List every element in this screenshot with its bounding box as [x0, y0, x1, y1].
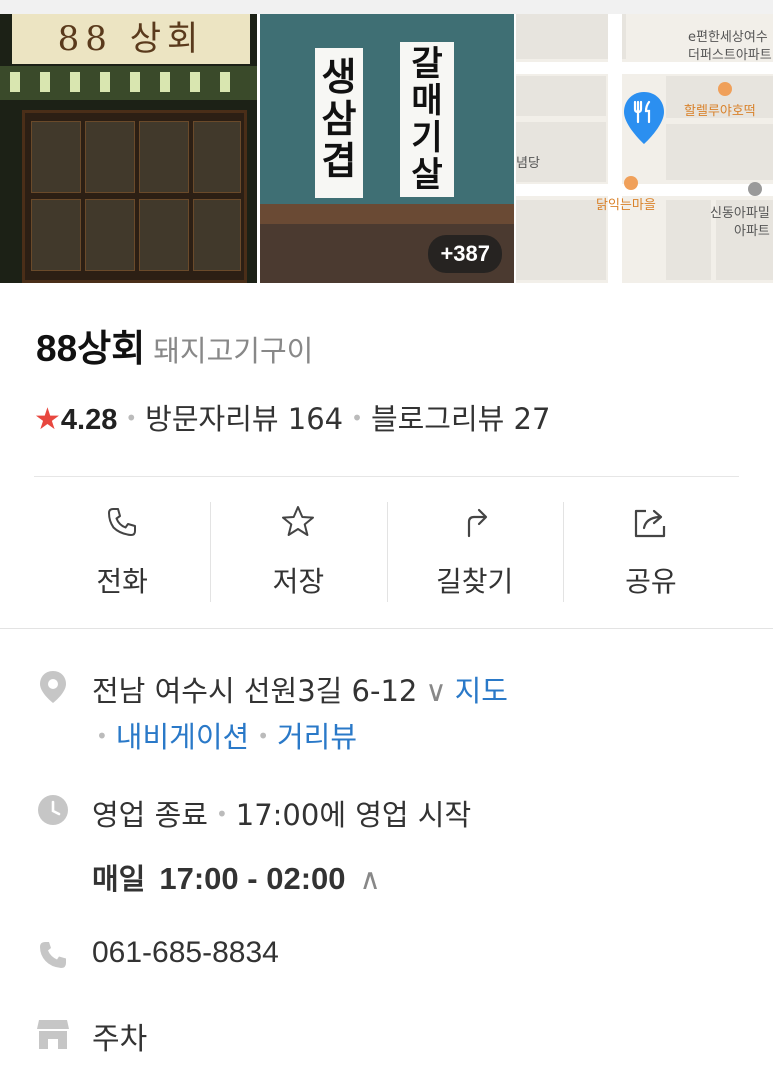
clock-icon: [38, 795, 68, 825]
map-link[interactable]: 지도: [455, 674, 508, 708]
more-photos-badge[interactable]: +387: [428, 235, 502, 273]
store-sign: 88 상회: [12, 14, 250, 64]
menu-light-row: [0, 66, 257, 100]
parking-info: 주차: [92, 1022, 148, 1057]
phone-icon: [40, 942, 66, 968]
place-title: 88상회 돼지고기구이: [36, 318, 313, 372]
hours-time: 17:00 - 02:00: [159, 861, 346, 896]
poi-icon: [718, 82, 732, 96]
storefront-door: [22, 110, 247, 283]
map-pin-icon: [624, 92, 664, 144]
status-bar-strip: [0, 0, 773, 14]
business-hours[interactable]: 매일 17:00 - 02:00 ∧: [92, 856, 389, 898]
share-icon: [634, 509, 665, 538]
map-thumbnail[interactable]: e편한세상여수 더퍼스트아파트 할렐루야호떡 념당 닭익는마을 신동아파밀 아파…: [516, 14, 773, 283]
phone-icon: [108, 508, 137, 536]
blog-reviews-link[interactable]: 블로그리뷰 27: [371, 402, 551, 436]
map-label: e편한세상여수: [688, 30, 768, 45]
star-outline-icon: [282, 506, 315, 536]
map-label: 념당: [516, 156, 540, 171]
action-bar: 전화 저장 길찾기 공유: [34, 500, 739, 604]
save-label: 저장: [272, 565, 325, 598]
address-links: • 내비게이션 • 거리뷰: [96, 720, 358, 754]
status-detail: 17:00에 영업 시작: [235, 798, 472, 832]
storefront-photo[interactable]: 88 상회: [0, 14, 257, 283]
map-label: 아파트: [734, 224, 770, 239]
photo-gallery[interactable]: 88 상회 생삼겹 갈매기살 +387 e편한세상여수 더퍼스트아파트 할렐루야…: [0, 14, 773, 283]
business-status: 영업 종료 • 17:00에 영업 시작: [92, 798, 472, 832]
map-label: 신동아파밀: [710, 206, 770, 221]
map-label: 더퍼스트아파트: [688, 48, 772, 63]
hours-day: 매일: [92, 862, 146, 896]
status-text: 영업 종료: [92, 798, 208, 832]
street-view-link[interactable]: 거리뷰: [277, 720, 357, 754]
chevron-down-icon[interactable]: ∨: [425, 674, 446, 708]
location-pin-icon: [40, 671, 66, 703]
call-label: 전화: [96, 565, 148, 598]
banner-left: 생삼겹: [315, 48, 363, 198]
directions-button[interactable]: 길찾기: [386, 500, 563, 604]
map-label: 할렐루야호떡: [684, 104, 756, 119]
phone-number[interactable]: 061-685-8834: [92, 936, 279, 970]
share-button[interactable]: 공유: [562, 500, 739, 604]
address-row[interactable]: 전남 여수시 선원3길 6-12 ∨ 지도: [92, 668, 508, 710]
chevron-up-icon[interactable]: ∧: [360, 862, 381, 896]
place-name: 88상회: [36, 328, 146, 369]
share-label: 공유: [625, 565, 677, 598]
directions-label: 길찾기: [435, 565, 514, 598]
rating-score: 4.28: [60, 404, 118, 436]
navigation-link[interactable]: 내비게이션: [116, 720, 249, 754]
place-category: 돼지고기구이: [153, 334, 314, 368]
divider: [0, 628, 773, 629]
call-button[interactable]: 전화: [34, 500, 210, 604]
directions-arrow-icon: [467, 508, 487, 538]
address-text: 전남 여수시 선원3길 6-12: [92, 674, 418, 708]
poi-icon: [624, 176, 638, 190]
map-label: 닭익는마을: [596, 198, 656, 213]
save-button[interactable]: 저장: [210, 500, 386, 604]
divider: [34, 476, 739, 477]
visitor-reviews-link[interactable]: 방문자리뷰 164: [145, 402, 343, 436]
banner-right: 갈매기살: [400, 42, 454, 197]
rating-row: ★4.28 • 방문자리뷰 164 • 블로그리뷰 27: [34, 402, 551, 437]
star-icon: ★: [34, 402, 61, 437]
store-icon: [37, 1020, 69, 1049]
menu-banner-photo[interactable]: 생삼겹 갈매기살 +387: [260, 14, 514, 283]
poi-icon: [748, 182, 762, 196]
